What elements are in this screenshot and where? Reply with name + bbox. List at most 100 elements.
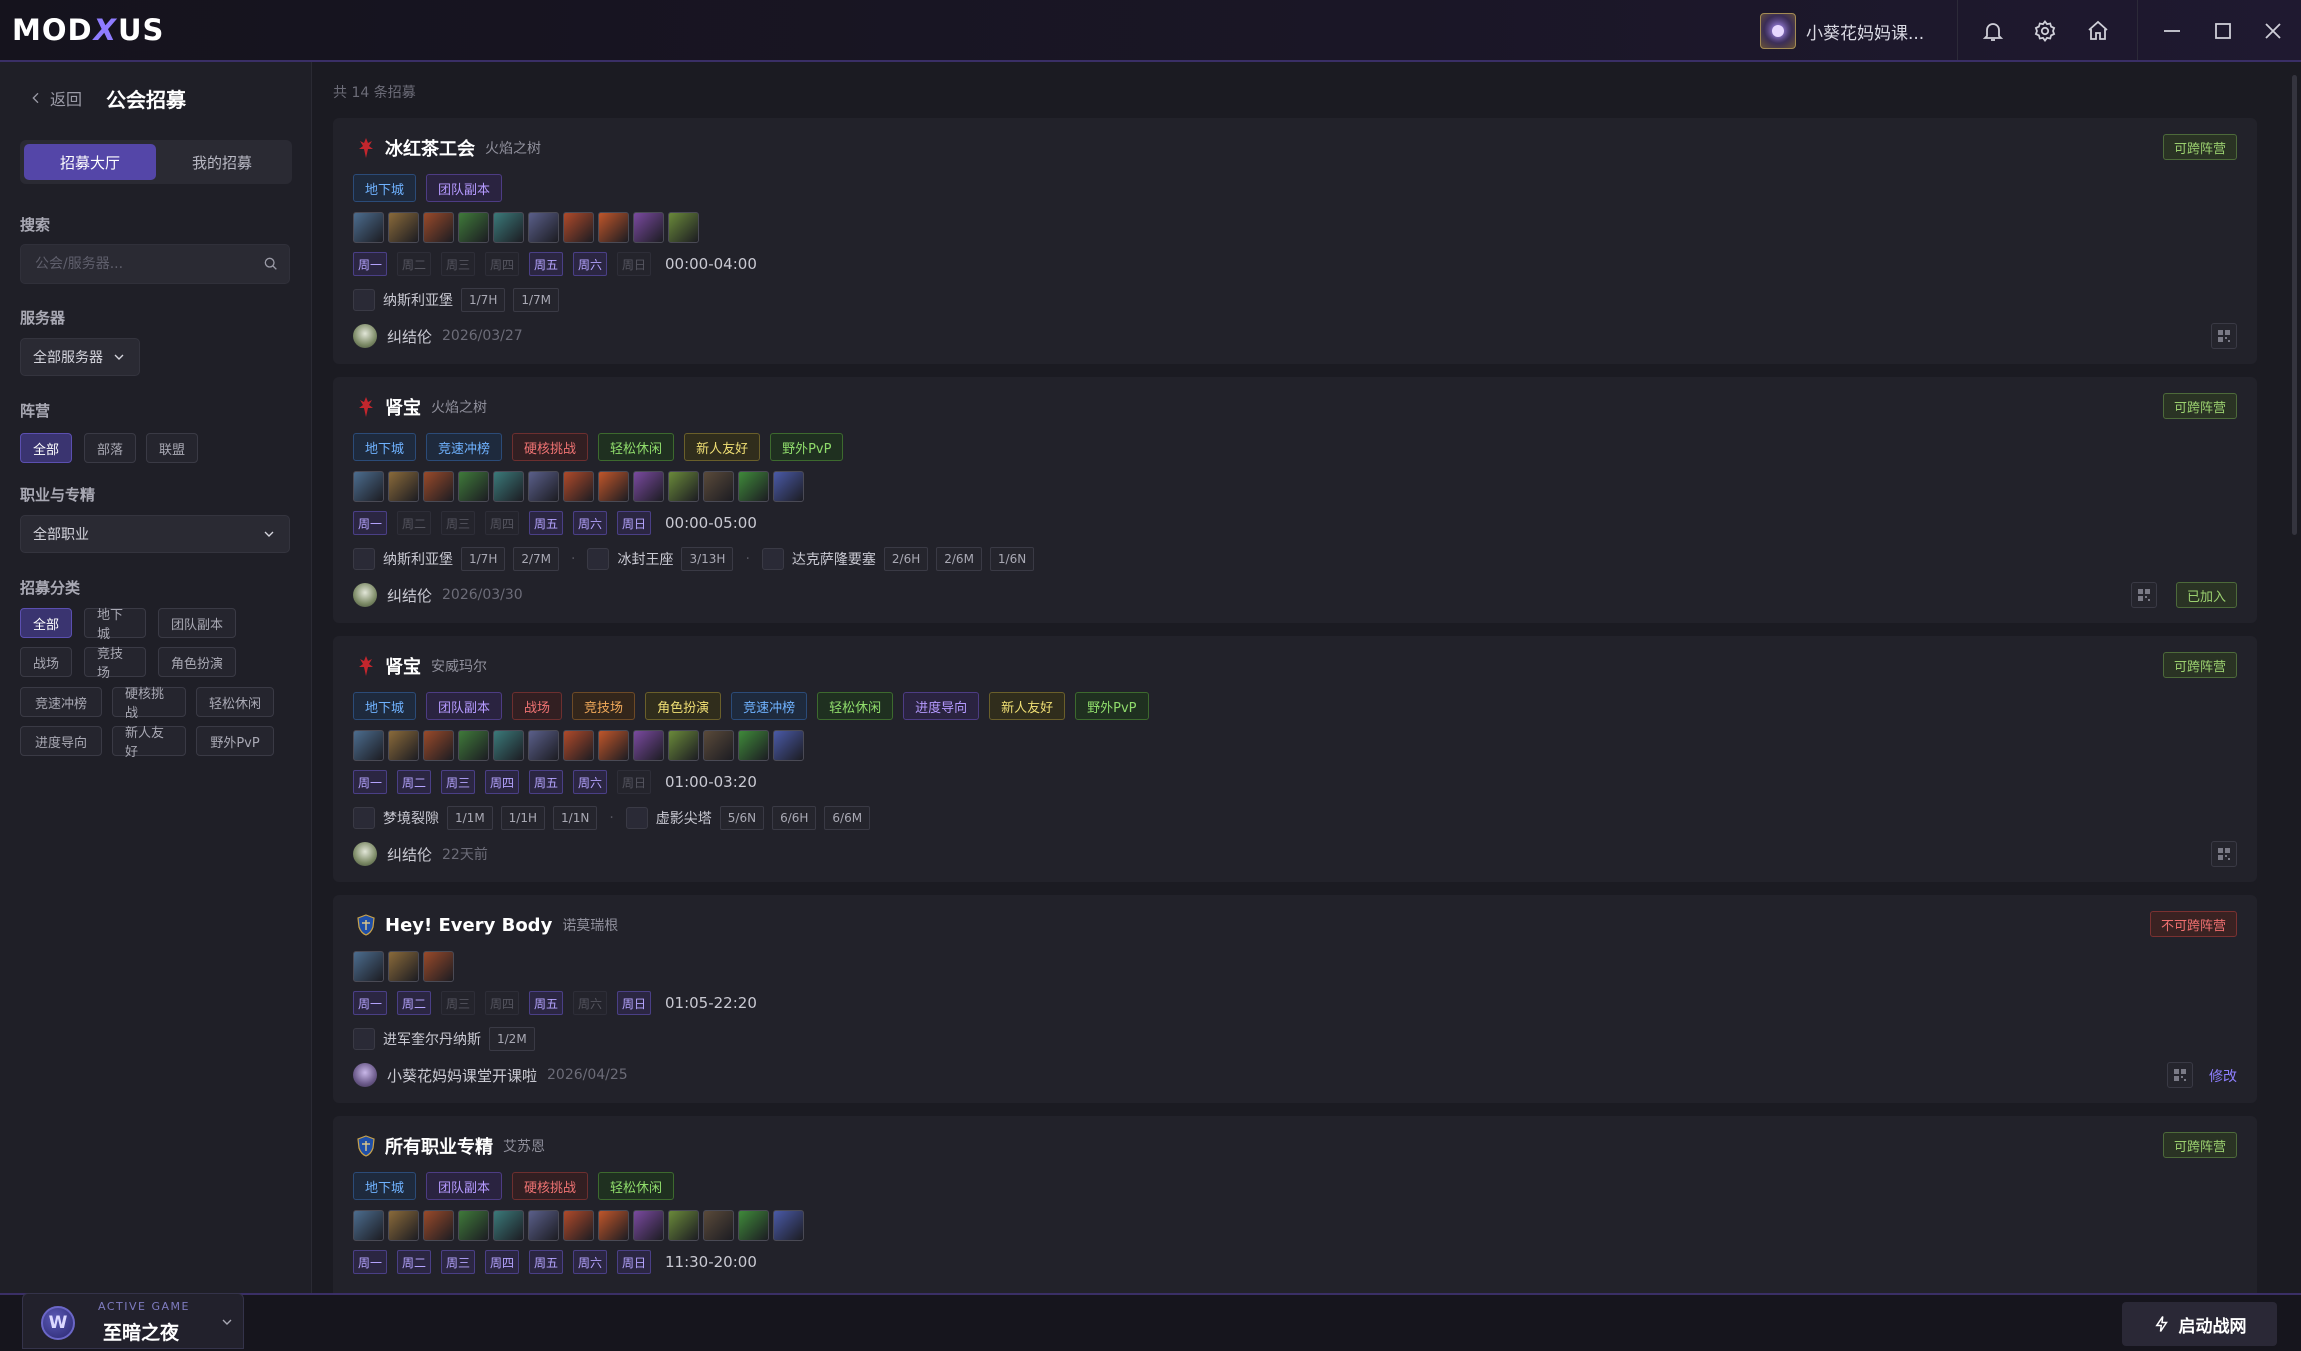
weekday-badge: 周三 — [441, 770, 475, 794]
card-title-row: 所有职业专精 艾苏恩 — [357, 1132, 545, 1160]
category-chip[interactable]: 进度导向 — [20, 726, 102, 756]
recruit-card[interactable]: 肾宝 火焰之树 可跨阵营 地下城 竞速冲榜 硬核挑战 轻松休闲 新人友好 野外PvP 周一 周二 周三… — [333, 377, 2257, 623]
back-label: 返回 — [50, 90, 83, 109]
weekday-badge: 周五 — [529, 991, 563, 1015]
alliance-icon — [357, 914, 375, 936]
progress-badge: 2/6M — [936, 547, 982, 571]
recruiter-name[interactable]: 纠结伦 — [387, 585, 432, 606]
class-spec-icon — [633, 730, 664, 761]
recruiter-avatar — [353, 842, 377, 866]
category-chip[interactable]: 全部 — [20, 608, 72, 638]
class-spec-icon — [738, 1210, 769, 1241]
tab-my-recruits[interactable]: 我的招募 — [156, 144, 288, 180]
raid-name: 冰封王座 — [617, 552, 674, 568]
recruiter-avatar — [353, 324, 377, 348]
edit-link[interactable]: 修改 — [2209, 1066, 2237, 1086]
class-spec-icon — [773, 1210, 804, 1241]
category-chip[interactable]: 战场 — [20, 647, 72, 677]
progress-badge: 5/6N — [719, 806, 765, 830]
tab-recruit-hall[interactable]: 招募大厅 — [24, 144, 156, 180]
schedule-days: 周一 周二 周三 周四 周五 周六 周日 01:00-03:20 — [353, 770, 757, 794]
category-chip[interactable]: 野外PvP — [196, 726, 274, 756]
recruit-card[interactable]: Hey! Every Body 诺莫瑞根 不可跨阵营 周一 周二 周三 周四 周五 周六 周日 01… — [333, 895, 2257, 1103]
chevron-down-icon — [114, 354, 124, 360]
class-spec-icon — [388, 212, 419, 243]
guild-name[interactable]: 肾宝 — [385, 394, 421, 420]
qr-code-icon[interactable] — [2211, 841, 2237, 867]
close-icon[interactable] — [2257, 15, 2289, 47]
class-icon-list — [353, 730, 804, 761]
gear-icon[interactable] — [2029, 15, 2061, 47]
category-tag: 轻松休闲 — [817, 692, 894, 720]
recruiter-name[interactable]: 小葵花妈妈课堂开课啦 — [387, 1065, 537, 1086]
guild-name[interactable]: 肾宝 — [385, 653, 421, 679]
user-profile[interactable]: 小葵花妈妈课... — [1760, 11, 1924, 51]
qr-code-icon[interactable] — [2211, 323, 2237, 349]
weekday-badge: 周二 — [397, 511, 431, 535]
class-spec-icon — [773, 730, 804, 761]
faction-chip-alliance[interactable]: 联盟 — [146, 433, 198, 463]
category-chip[interactable]: 硬核挑战 — [112, 687, 186, 721]
class-spec-icon — [423, 212, 454, 243]
category-tag: 轻松休闲 — [598, 433, 675, 461]
recruit-card[interactable]: 肾宝 安威玛尔 可跨阵营 地下城 团队副本 战场 竞技场 角色扮演 竞速冲榜 轻松休闲 进度导向 新人… — [333, 636, 2257, 882]
guild-name[interactable]: Hey! Every Body — [385, 915, 552, 936]
category-chip[interactable]: 竞速冲榜 — [20, 687, 102, 717]
raid-name: 梦境裂隙 — [383, 811, 439, 827]
divider — [1957, 0, 1958, 60]
recruit-card[interactable]: 所有职业专精 艾苏恩 可跨阵营 地下城 团队副本 硬核挑战 轻松休闲 周一 周二 周三 周四 周五 周六… — [333, 1116, 2257, 1293]
category-chip[interactable]: 轻松休闲 — [196, 687, 274, 717]
class-spec-icon — [563, 471, 594, 502]
faction-chip-all[interactable]: 全部 — [20, 433, 72, 463]
category-tag: 团队副本 — [426, 692, 503, 720]
game-logo-icon: W — [41, 1306, 75, 1340]
search-icon[interactable] — [263, 256, 279, 272]
user-name[interactable]: 小葵花妈妈课... — [1806, 19, 1924, 44]
qr-code-icon[interactable] — [2131, 582, 2157, 608]
back-button[interactable]: 返回 — [28, 86, 82, 110]
category-chip[interactable]: 团队副本 — [158, 608, 236, 638]
recruit-card[interactable]: 冰红茶工会 火焰之树 可跨阵营 地下城 团队副本 周一 周二 周三 周四 周五 周六 周日 00:00-… — [333, 118, 2257, 364]
faction-chip-horde[interactable]: 部落 — [84, 433, 136, 463]
qr-code-icon[interactable] — [2167, 1062, 2193, 1088]
category-chip[interactable]: 角色扮演 — [158, 647, 236, 677]
category-tag: 新人友好 — [989, 692, 1066, 720]
category-chip[interactable]: 地下城 — [84, 608, 146, 642]
raid-progress: 梦境裂隙 1/1M 1/1H 1/1N · 虚影尖塔 5/6N 6/6H 6/6M — [353, 806, 871, 830]
recruiter-info: 纠结伦 22天前 — [353, 842, 488, 866]
weekday-badge: 周二 — [397, 1250, 431, 1274]
search-input[interactable] — [21, 245, 241, 283]
class-spec-icon — [493, 1210, 524, 1241]
raid-progress: 纳斯利亚堡 1/7H 1/7M — [353, 288, 560, 312]
class-spec-icon — [563, 1210, 594, 1241]
guild-name[interactable]: 所有职业专精 — [385, 1133, 493, 1159]
weekday-badge: 周日 — [617, 991, 651, 1015]
recruiter-name[interactable]: 纠结伦 — [387, 326, 432, 347]
scrollbar[interactable] — [2292, 75, 2297, 535]
class-icon-list — [353, 951, 454, 982]
active-game-switcher[interactable]: W ACTIVE GAME 至暗之夜 — [22, 1293, 244, 1349]
weekday-badge: 周三 — [441, 991, 475, 1015]
maximize-icon[interactable] — [2207, 15, 2239, 47]
user-avatar[interactable] — [1760, 13, 1796, 49]
weekday-badge: 周四 — [485, 770, 519, 794]
recruiter-name[interactable]: 纠结伦 — [387, 844, 432, 865]
weekday-badge: 周六 — [573, 252, 607, 276]
minimize-icon[interactable] — [2156, 15, 2188, 47]
class-spec-icon — [563, 730, 594, 761]
weekday-badge: 周四 — [485, 991, 519, 1015]
active-game-label: ACTIVE GAME — [98, 1300, 190, 1313]
bell-icon[interactable] — [1977, 15, 2009, 47]
home-icon[interactable] — [2082, 15, 2114, 47]
category-chip[interactable]: 新人友好 — [112, 726, 186, 760]
server-select[interactable]: 全部服务器 — [20, 338, 140, 376]
launch-button[interactable]: 启动战网 — [2122, 1302, 2277, 1346]
weekday-badge: 周日 — [617, 1250, 651, 1274]
cross-faction-badge: 可跨阵营 — [2162, 652, 2237, 678]
category-chip[interactable]: 竞技场 — [84, 647, 146, 681]
class-spec-icon — [668, 1210, 699, 1241]
category-tag: 团队副本 — [426, 174, 503, 202]
guild-name[interactable]: 冰红茶工会 — [385, 135, 475, 161]
class-select[interactable]: 全部职业 — [20, 515, 290, 553]
weekday-badge: 周六 — [573, 770, 607, 794]
